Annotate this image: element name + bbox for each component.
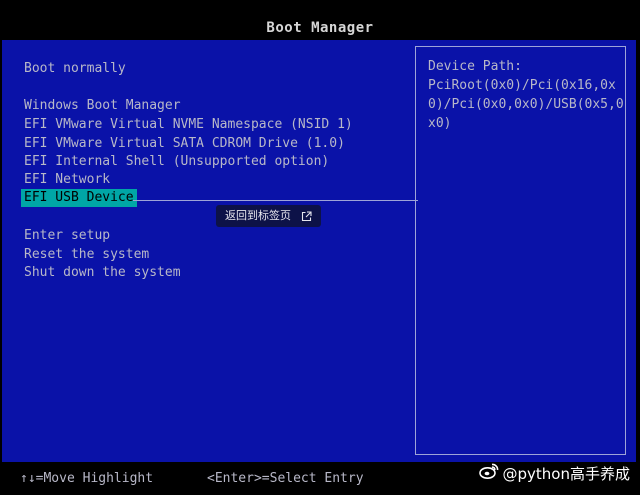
page-title: Boot Manager xyxy=(266,20,374,36)
move-highlight-hint: ↑↓=Move Highlight xyxy=(20,471,154,486)
device-path-label: Device Path: xyxy=(428,59,522,74)
weibo-logo-icon xyxy=(478,462,499,484)
boot-menu: Boot normally Windows Boot Manager EFI V… xyxy=(5,43,418,455)
menu-item-boot-normally[interactable]: Boot normally xyxy=(21,60,129,78)
menu-item-efi-usb-device[interactable]: EFI USB Device xyxy=(21,189,137,207)
menu-item-reset-system[interactable]: Reset the system xyxy=(21,246,152,264)
menu-item-efi-shell[interactable]: EFI Internal Shell (Unsupported option) xyxy=(21,153,332,171)
menu-divider xyxy=(133,200,418,201)
menu-item-enter-setup[interactable]: Enter setup xyxy=(21,227,113,245)
menu-item-windows-boot-manager[interactable]: Windows Boot Manager xyxy=(21,97,184,115)
device-path-panel: Device Path: PciRoot(0x0)/Pci(0x16,0x0)/… xyxy=(415,46,626,455)
tooltip-text: 返回到标签页 xyxy=(225,209,291,222)
menu-item-efi-nvme[interactable]: EFI VMware Virtual NVME Namespace (NSID … xyxy=(21,116,356,134)
menu-item-shut-down[interactable]: Shut down the system xyxy=(21,264,184,282)
watermark: @python高手养成 xyxy=(478,460,630,486)
title-bar: Boot Manager xyxy=(0,0,640,40)
device-path-value: PciRoot(0x0)/Pci(0x16,0x0)/Pci(0x0,0x0)/… xyxy=(428,78,624,131)
back-to-tab-tooltip[interactable]: 返回到标签页 xyxy=(216,205,321,227)
boot-manager-panel: Boot normally Windows Boot Manager EFI V… xyxy=(2,40,636,462)
menu-item-efi-cdrom[interactable]: EFI VMware Virtual SATA CDROM Drive (1.0… xyxy=(21,135,348,153)
menu-item-efi-network[interactable]: EFI Network xyxy=(21,171,113,189)
select-entry-hint: <Enter>=Select Entry xyxy=(207,471,364,486)
external-link-icon xyxy=(301,210,312,222)
watermark-text: @python高手养成 xyxy=(502,464,630,483)
